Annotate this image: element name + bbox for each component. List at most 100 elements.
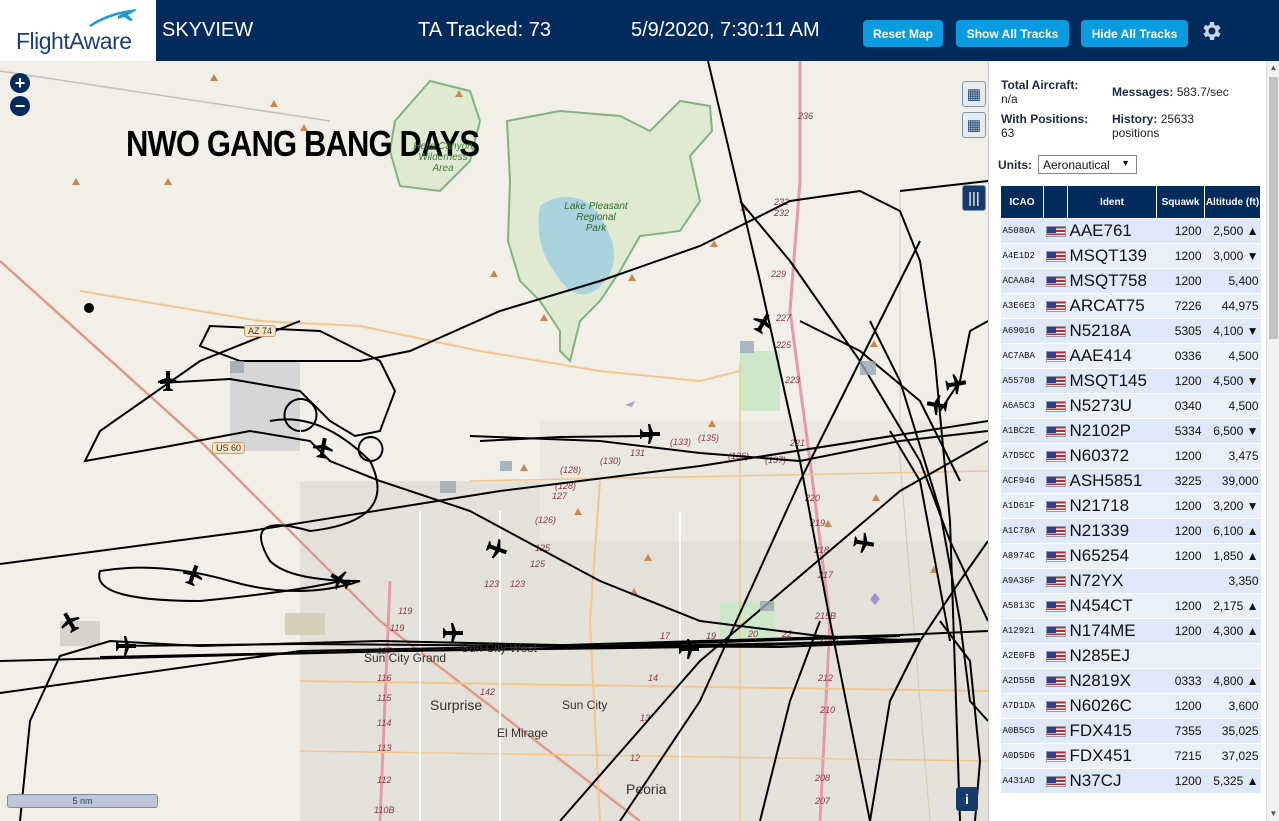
zoom-out-button[interactable]: − <box>10 96 30 116</box>
squawk-cell: 1200 <box>1156 693 1205 719</box>
icao-cell: A5813C <box>1000 593 1044 619</box>
us-flag-icon <box>1045 526 1066 538</box>
svg-text:119: 119 <box>398 606 412 616</box>
table-row[interactable]: A2E0FB N285EJ <box>1000 643 1261 669</box>
flag-cell <box>1043 743 1068 769</box>
table-row[interactable]: A1D61F N21718 1200 3,200 ▼ <box>1000 493 1261 519</box>
table-row[interactable]: A1BC2E N2102P 5334 6,500 ▼ <box>1000 418 1261 444</box>
zoom-in-button[interactable]: + <box>10 73 30 93</box>
table-row[interactable]: A9A36F N72YX 3,350 <box>1000 568 1261 594</box>
scroll-up-icon[interactable]: ▲ <box>1267 61 1279 75</box>
svg-text:17: 17 <box>660 631 671 641</box>
plane-logo-icon <box>89 9 137 28</box>
flag-cell <box>1043 568 1068 594</box>
table-row[interactable]: A55708 MSQT145 1200 4,500 ▼ <box>1000 368 1261 394</box>
altitude-cell: 37,025 <box>1204 743 1261 769</box>
squawk-cell: 0340 <box>1156 393 1205 419</box>
col-flag[interactable] <box>1043 185 1068 219</box>
table-row[interactable]: A12921 N174ME 1200 4,300 ▲ <box>1000 618 1261 644</box>
table-row[interactable]: A3E6E3 ARCAT75 7226 44,975 <box>1000 293 1261 319</box>
svg-text:125: 125 <box>530 559 546 569</box>
table-row[interactable]: AC7ABA AAE414 0336 4,500 <box>1000 343 1261 369</box>
units-label: Units: <box>998 158 1032 172</box>
col-altitude[interactable]: Altitude (ft) <box>1204 185 1261 219</box>
icao-cell: A3E6E3 <box>1000 293 1044 319</box>
svg-text:215B: 215B <box>814 611 836 621</box>
ident-cell: ASH5851 <box>1067 468 1157 494</box>
squawk-cell: 0336 <box>1156 343 1205 369</box>
us-flag-icon <box>1045 601 1066 613</box>
svg-text:110B: 110B <box>374 805 394 815</box>
table-row[interactable]: A5080A AAE761 1200 2,500 ▲ <box>1000 218 1261 244</box>
table-row[interactable]: A1C78A N21339 1200 6,100 ▲ <box>1000 518 1261 544</box>
squawk-cell: 1200 <box>1156 443 1205 469</box>
ident-cell: N5218A <box>1067 318 1157 344</box>
altitude-cell: 39,000 <box>1204 468 1261 494</box>
icao-cell: A7D5CC <box>1000 443 1044 469</box>
altitude-cell: 1,850 ▲ <box>1204 543 1261 569</box>
ident-cell: N72YX <box>1067 568 1157 594</box>
altitude-cell: 5,325 ▲ <box>1204 768 1261 794</box>
units-select-value: Aeronautical <box>1043 157 1110 172</box>
altitude-cell: 44,975 <box>1204 293 1261 319</box>
table-row[interactable]: A7D5CC N60372 1200 3,475 <box>1000 443 1261 469</box>
table-row[interactable]: ACF946 ASH5851 3225 39,000 <box>1000 468 1261 494</box>
col-icao[interactable]: ICAO <box>1000 185 1044 219</box>
table-row[interactable]: A431AD N37CJ 1200 5,325 ▲ <box>1000 768 1261 794</box>
grid-view-icon[interactable]: ▦ <box>962 112 986 138</box>
table-row[interactable]: A6A5C3 N5273U 0340 4,500 <box>1000 393 1261 419</box>
us-flag-icon <box>1045 626 1066 638</box>
svg-text:223: 223 <box>784 375 800 385</box>
sidebar-scrollbar[interactable]: ▲ ▼ <box>1266 61 1279 821</box>
info-icon[interactable]: i <box>956 787 978 811</box>
svg-text:(126): (126) <box>535 515 556 525</box>
flag-cell <box>1043 543 1068 569</box>
flag-cell <box>1043 418 1068 444</box>
table-row[interactable]: ACAA84 MSQT758 1200 5,400 <box>1000 268 1261 294</box>
svg-text:20: 20 <box>747 629 758 639</box>
units-select[interactable]: Aeronautical ▼ <box>1038 155 1137 174</box>
scroll-down-icon[interactable]: ▼ <box>1267 807 1279 821</box>
settings-gear-icon[interactable] <box>1199 19 1223 43</box>
table-row[interactable]: A0D5D6 FDX451 7215 37,025 <box>1000 743 1261 769</box>
us-flag-icon <box>1045 701 1066 713</box>
scroll-thumb[interactable] <box>1269 77 1278 339</box>
col-squawk[interactable]: Squawk <box>1156 185 1205 219</box>
reset-map-button[interactable]: Reset Map <box>863 20 943 47</box>
flag-cell <box>1043 718 1068 744</box>
us-flag-icon <box>1045 651 1066 663</box>
ident-cell: MSQT758 <box>1067 268 1157 294</box>
table-row[interactable]: A5813C N454CT 1200 2,175 ▲ <box>1000 593 1261 619</box>
svg-text:114: 114 <box>377 718 391 728</box>
show-all-tracks-button[interactable]: Show All Tracks <box>956 20 1069 47</box>
us-flag-icon <box>1045 551 1066 563</box>
squawk-cell: 1200 <box>1156 268 1205 294</box>
table-row[interactable]: A0B5C5 FDX415 7355 35,025 <box>1000 718 1261 744</box>
col-ident[interactable]: Ident <box>1067 185 1157 219</box>
altitude-cell: 2,500 ▲ <box>1204 218 1261 244</box>
hide-all-tracks-button[interactable]: Hide All Tracks <box>1081 20 1188 47</box>
svg-text:207: 207 <box>814 796 831 806</box>
map-view[interactable]: 236 232 232 229 227 225 223 221 220 219 218 217 … <box>0 61 988 821</box>
svg-text:123: 123 <box>510 579 525 589</box>
altitude-cell: 4,800 ▲ <box>1204 668 1261 694</box>
clock-datetime: 5/9/2020, 7:30:11 AM <box>631 19 820 41</box>
column-toggle-icon[interactable]: ||| <box>962 185 986 211</box>
us-flag-icon <box>1045 451 1066 463</box>
us-flag-icon <box>1045 726 1066 738</box>
svg-text:229: 229 <box>770 269 786 279</box>
map-layers-icon[interactable]: ▦ <box>962 81 986 107</box>
table-row[interactable]: A8974C N65254 1200 1,850 ▲ <box>1000 543 1261 569</box>
park-label-lake-pleasant: Lake Pleasant Regional Park <box>564 201 628 234</box>
icao-cell: A431AD <box>1000 768 1044 794</box>
table-row[interactable]: A7D1DA N6026C 1200 3,600 <box>1000 693 1261 719</box>
flightaware-logo[interactable]: FlightAware <box>0 0 156 61</box>
table-row[interactable]: A69016 N5218A 5305 4,100 ▼ <box>1000 318 1261 344</box>
squawk-cell: 1200 <box>1156 368 1205 394</box>
messages-stat: Messages: 583.7/sec <box>1112 85 1229 99</box>
altitude-cell: 2,175 ▲ <box>1204 593 1261 619</box>
table-row[interactable]: A4E1D2 MSQT139 1200 3,000 ▼ <box>1000 243 1261 269</box>
route-shield-us60: US 60 <box>212 442 246 454</box>
ident-cell: N174ME <box>1067 618 1157 644</box>
table-row[interactable]: A2D55B N2819X 0333 4,800 ▲ <box>1000 668 1261 694</box>
